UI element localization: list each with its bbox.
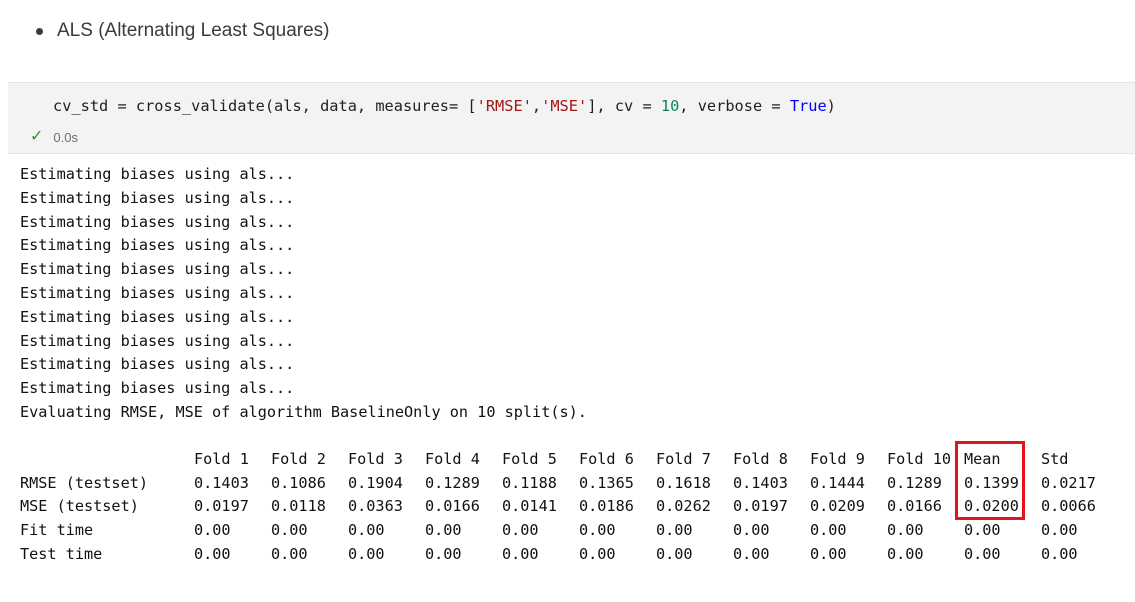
check-icon: ✓ <box>30 128 44 145</box>
column-header: Fold 8 <box>733 450 788 468</box>
column-header: Fold 2 <box>271 450 326 468</box>
table-cell: 0.0166 <box>887 497 942 516</box>
table-cell: 0.00 <box>887 521 924 540</box>
table-cell: 0.00 <box>733 521 770 540</box>
output-line: Estimating biases using als... <box>20 331 295 350</box>
table-cell: 0.00 <box>656 544 693 563</box>
table-cell: 0.00 <box>1041 544 1078 563</box>
table-cell: 0.00 <box>194 521 231 540</box>
column-header: Std <box>1041 450 1069 468</box>
table-cell: 0.00 <box>348 544 385 563</box>
table-cell: 0.00 <box>271 521 308 540</box>
output-line: Estimating biases using als... <box>20 165 295 183</box>
table-cell: 0.00 <box>887 544 924 563</box>
row-label: MSE (testset) <box>20 497 139 516</box>
table-cell: 0.0166 <box>425 497 480 516</box>
output-line: Estimating biases using als... <box>20 260 295 279</box>
output-line: Estimating biases using als... <box>20 283 295 302</box>
mean-column-highlight <box>955 441 1025 520</box>
output-line: Estimating biases using als... <box>20 355 295 374</box>
table-cell: 0.0186 <box>579 497 634 516</box>
table-cell: 0.00 <box>579 544 616 563</box>
table-cell: 0.0363 <box>348 497 403 516</box>
markdown-bullet: ALS (Alternating Least Squares) <box>36 16 330 46</box>
table-cell: 0.00 <box>656 521 693 540</box>
output-line: Estimating biases using als... <box>20 188 295 207</box>
table-cell: 0.00 <box>579 521 616 540</box>
column-header: Fold 4 <box>425 450 480 468</box>
table-cell: 0.1444 <box>810 473 865 492</box>
column-header: Fold 10 <box>887 450 952 468</box>
table-cell: 0.0118 <box>271 497 326 516</box>
row-label: RMSE (testset) <box>20 473 149 492</box>
table-cell: 0.1904 <box>348 473 403 492</box>
table-cell: 0.1403 <box>733 473 788 492</box>
code-cell[interactable]: cv_std = cross_validate(als, data, measu… <box>8 82 1135 154</box>
execution-status: ✓ 0.0s <box>30 129 78 145</box>
column-header: Fold 6 <box>579 450 634 468</box>
table-cell: 0.0217 <box>1041 473 1096 492</box>
execution-time: 0.0s <box>53 129 78 145</box>
table-cell: 0.1618 <box>656 473 711 492</box>
cell-output: Estimating biases using als... Estimating… <box>20 163 587 425</box>
table-cell: 0.00 <box>425 544 462 563</box>
output-line: Estimating biases using als... <box>20 212 295 231</box>
table-cell: 0.00 <box>810 521 847 540</box>
column-header: Fold 1 <box>194 450 249 468</box>
table-cell: 0.0262 <box>656 497 711 516</box>
table-cell: 0.0141 <box>502 497 557 516</box>
table-cell: 0.00 <box>502 521 539 540</box>
table-cell: 0.00 <box>194 544 231 563</box>
column-header: Fold 5 <box>502 450 557 468</box>
bullet-dot <box>36 27 43 35</box>
table-cell: 0.1188 <box>502 473 557 492</box>
table-cell: 0.1086 <box>271 473 326 492</box>
table-cell: 0.0197 <box>194 497 249 516</box>
table-cell: 0.0209 <box>810 497 865 516</box>
output-line: Estimating biases using als... <box>20 236 295 255</box>
table-cell: 0.0197 <box>733 497 788 516</box>
table-cell: 0.00 <box>810 544 847 563</box>
table-cell: 0.0066 <box>1041 497 1096 516</box>
table-cell: 0.00 <box>964 521 1001 540</box>
row-label: Fit time <box>20 521 94 540</box>
column-header: Fold 9 <box>810 450 865 468</box>
table-cell: 0.00 <box>964 544 1001 563</box>
output-line: Estimating biases using als... <box>20 307 295 326</box>
table-cell: 0.00 <box>425 521 462 540</box>
output-line: Evaluating RMSE, MSE of algorithm Baseli… <box>20 402 587 421</box>
table-cell: 0.00 <box>1041 521 1078 540</box>
table-cell: 0.00 <box>271 544 308 563</box>
table-cell: 0.1289 <box>887 473 942 492</box>
table-cell: 0.00 <box>348 521 385 540</box>
table-cell: 0.1365 <box>579 473 634 492</box>
output-line: Estimating biases using als... <box>20 379 295 398</box>
column-header: Fold 7 <box>656 450 711 468</box>
table-cell: 0.00 <box>502 544 539 563</box>
code-editor[interactable]: cv_std = cross_validate(als, data, measu… <box>53 97 836 115</box>
markdown-text: ALS (Alternating Least Squares) <box>57 20 330 41</box>
table-cell: 0.00 <box>733 544 770 563</box>
row-label: Test time <box>20 544 103 563</box>
column-header: Fold 3 <box>348 450 403 468</box>
table-cell: 0.1403 <box>194 473 249 492</box>
table-cell: 0.1289 <box>425 473 480 492</box>
